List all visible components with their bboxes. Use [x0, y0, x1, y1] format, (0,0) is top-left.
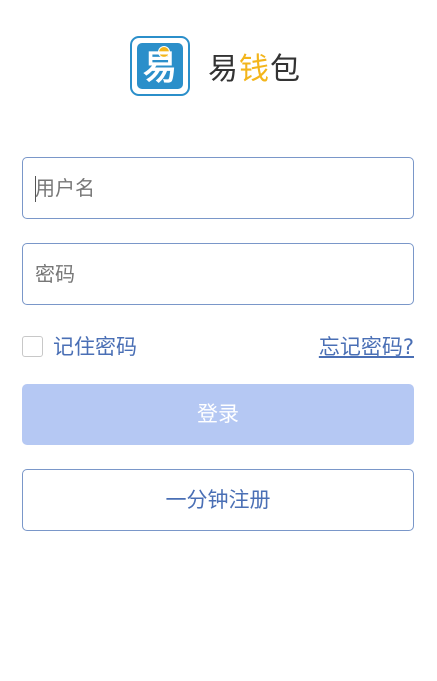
app-name: 易钱包 — [208, 44, 301, 88]
password-field[interactable] — [22, 243, 414, 305]
register-button[interactable]: 一分钟注册 — [22, 469, 414, 531]
remember-checkbox[interactable] — [22, 335, 43, 357]
app-logo-icon: 易 — [130, 36, 190, 96]
logo-glyph: 易 — [143, 48, 177, 88]
username-field[interactable] — [22, 157, 414, 219]
app-name-accent: 钱 — [239, 52, 270, 87]
app-brand: 易 易钱包 — [130, 36, 301, 96]
remember-label[interactable]: 记住密码 — [53, 331, 137, 361]
text-cursor — [35, 176, 36, 202]
forgot-password-link[interactable]: 忘记密码? — [319, 331, 414, 361]
password-input[interactable] — [23, 244, 413, 304]
app-name-part2: 包 — [270, 52, 301, 87]
login-button[interactable]: 登录 — [22, 384, 414, 445]
app-name-part1: 易 — [208, 52, 239, 87]
username-input[interactable] — [23, 158, 413, 218]
logo-background: 易 — [137, 43, 183, 89]
remember-password[interactable]: 记住密码 — [22, 331, 137, 361]
